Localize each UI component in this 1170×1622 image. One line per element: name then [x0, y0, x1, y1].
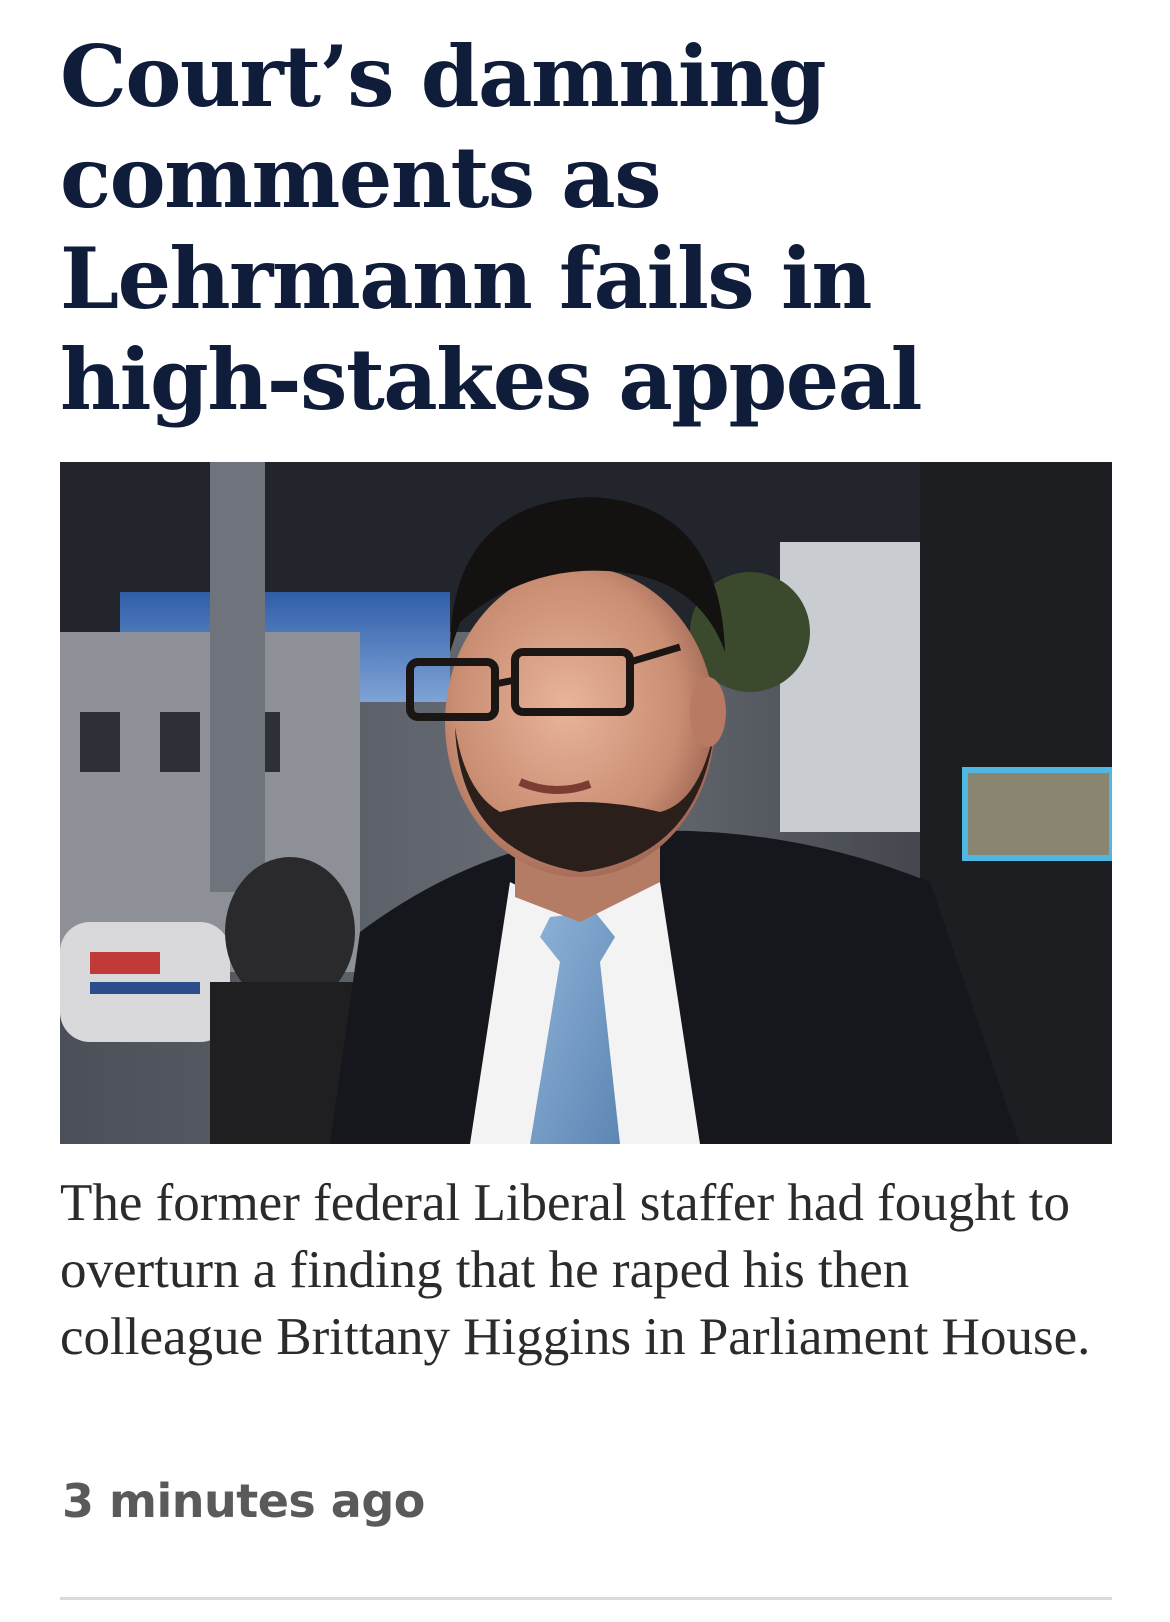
article-hero-image[interactable]: [60, 462, 1112, 1144]
article-headline[interactable]: Court’s damning comments as Lehrmann fai…: [60, 0, 1112, 430]
article-card[interactable]: Court’s damning comments as Lehrmann fai…: [60, 0, 1112, 1622]
article-divider: [60, 1597, 1112, 1600]
hero-photo-illustration: [60, 462, 1112, 1144]
article-standfirst[interactable]: The former federal Liberal staffer had f…: [60, 1170, 1100, 1371]
article-timestamp: 3 minutes ago: [62, 1474, 425, 1528]
